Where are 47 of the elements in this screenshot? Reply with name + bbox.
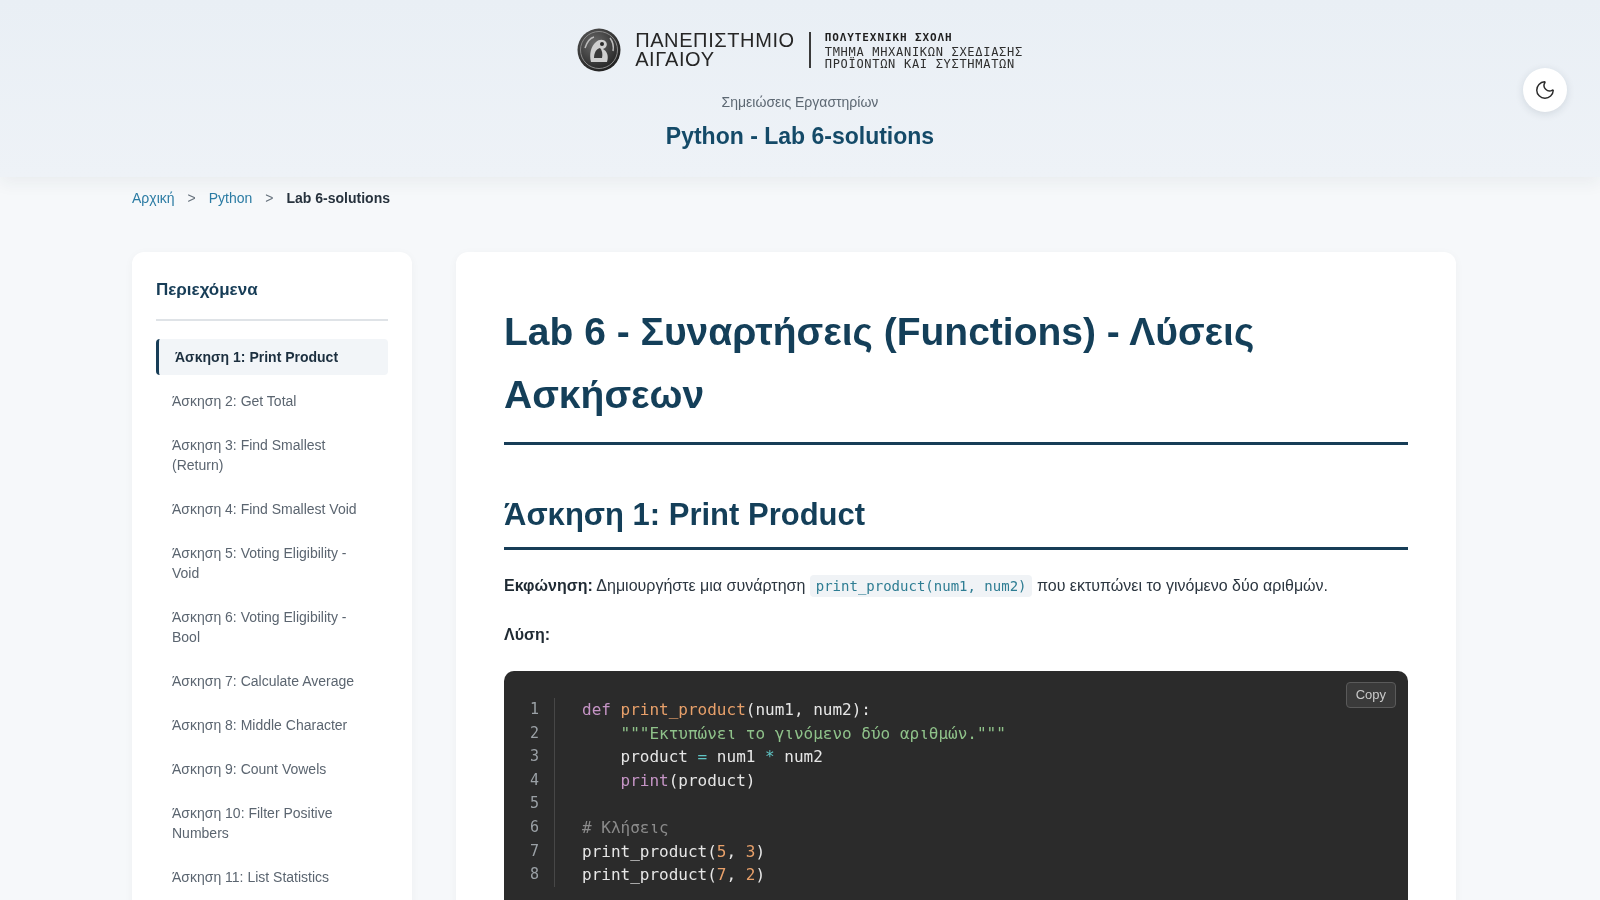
code-line: """Εκτυπώνει το γινόμενο δύο αριθμών."""	[619, 722, 1006, 745]
code-line: print_product(5, 3)	[582, 840, 767, 863]
breadcrumb-current: Lab 6-solutions	[286, 189, 390, 208]
solution-label: Λύση:	[504, 625, 552, 645]
contents-link[interactable]: Άσκηση 2: Get Total	[156, 383, 388, 419]
article-title: Lab 6 - Συναρτήσεις (Functions) - Λύσεις Ασκήσεων	[504, 300, 1408, 445]
task-paragraph: Εκφώνηση: Δημιουργήστε μια συνάρτηση print_product(num1, num2) που εκτυπώνει το γινόμενο δύο αριθμών.	[504, 574, 1408, 598]
line-number: 4	[529, 769, 539, 791]
site-title: Python - Lab 6-solutions	[665, 122, 935, 151]
breadcrumb-link[interactable]: Αρχική	[132, 188, 175, 208]
logo-department-text: ΠΡΟΪΟΝΤΩΝ ΚΑΙ ΣΥΣΤΗΜΑΤΩΝ	[824, 57, 1015, 70]
line-number: 3	[529, 746, 539, 768]
breadcrumb-link[interactable]: Python	[208, 188, 253, 208]
coin-emblem-icon	[577, 28, 622, 72]
contents-link[interactable]: Άσκηση 6: Voting Eligibility - Bool	[156, 599, 388, 655]
contents-link[interactable]: Άσκηση 9: Count Vowels	[156, 751, 388, 787]
code-line: def print_product(num1, num2):	[582, 699, 872, 721]
line-number: 6	[529, 816, 539, 838]
code-line: # Κλήσεις	[582, 816, 670, 839]
moon-icon	[1534, 78, 1556, 101]
contents-link[interactable]: Άσκηση 7: Calculate Average	[156, 663, 388, 699]
logo-name-text: ΑΙΓΑΙΟΥ	[635, 50, 716, 69]
line-number: 1	[529, 699, 539, 720]
code-line: product = num1 * num2	[619, 746, 824, 769]
logo-school-text: ΠΟΛΥΤΕΧΝΙΚΗ ΣΧΟΛΗ	[824, 30, 954, 44]
code-line: print(product)	[619, 769, 757, 792]
theme-toggle-button[interactable]	[1523, 67, 1567, 112]
contents-link[interactable]: Άσκηση 5: Voting Eligibility - Void	[156, 535, 388, 591]
site-subtitle: Σημειώσεις Εργαστηρίων	[721, 93, 879, 112]
contents-link[interactable]: Άσκηση 10: Filter Positive Numbers	[156, 795, 388, 851]
line-number: 8	[529, 864, 539, 886]
section-heading: Άσκηση 1: Print Product	[504, 495, 1408, 550]
contents-title: Περιεχόμενα	[156, 278, 388, 321]
contents-link[interactable]: Άσκηση 4: Find Smallest Void	[156, 491, 388, 527]
line-number: 7	[529, 840, 539, 862]
logo-name-text: ΠΑΝΕΠΙΣΤΗΜΙΟ	[635, 31, 795, 50]
contents-link[interactable]: Άσκηση 3: Find Smallest (Return)	[156, 427, 388, 483]
line-number: 5	[529, 793, 539, 815]
contents-link[interactable]: Άσκηση 8: Middle Character	[156, 707, 388, 743]
contents-link[interactable]: Άσκηση 1: Print Product	[156, 339, 388, 375]
breadcrumb-separator: >	[265, 189, 274, 208]
contents-link[interactable]: Άσκηση 11: List Statistics	[156, 859, 388, 895]
breadcrumb-separator: >	[187, 189, 196, 208]
line-number: 2	[529, 722, 539, 744]
copy-button[interactable]: Copy	[1345, 682, 1396, 708]
code-line: print_product(7, 2)	[582, 864, 767, 887]
logo-department-text: ΤΜΗΜΑ ΜΗΧΑΝΙΚΩΝ ΣΧΕΔΙΑΣΗΣ	[824, 45, 1023, 58]
